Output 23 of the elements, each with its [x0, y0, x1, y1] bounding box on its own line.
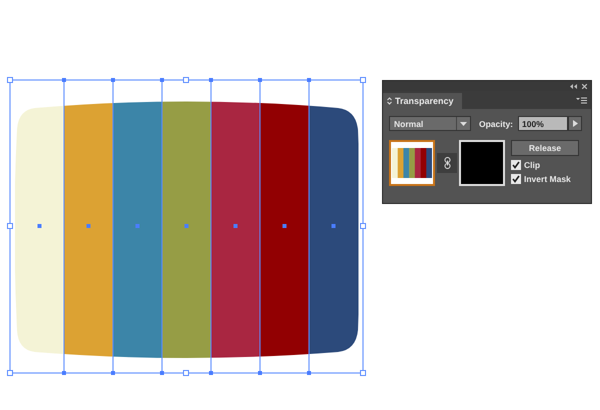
stripes-thumbnail-drawing [392, 148, 432, 178]
caret-icon [456, 117, 470, 130]
opacity-label: Opacity: [479, 118, 514, 128]
blend-mode-dropdown[interactable]: Normal [389, 116, 471, 131]
checkbox-label: Clip [524, 160, 540, 170]
chain-link-icon [444, 157, 450, 169]
close-icon[interactable] [582, 84, 587, 88]
checkbox-label: Invert Mask [524, 174, 571, 184]
opacity-field[interactable]: 100% [518, 116, 568, 131]
tab-label: Transparency [395, 96, 454, 106]
collapse-icon[interactable] [570, 84, 577, 88]
checkbox[interactable] [511, 160, 521, 170]
release-button[interactable]: Release [511, 140, 579, 156]
up-down-arrows-icon[interactable] [387, 97, 392, 105]
mask-thumbnail[interactable] [459, 140, 505, 186]
triangle-right-icon [572, 120, 578, 127]
panel-menu-icon[interactable] [576, 97, 587, 104]
selection-bounds-drawing[interactable] [7, 77, 366, 376]
panel-tab[interactable]: Transparency [383, 93, 462, 109]
artwork-thumbnail[interactable] [389, 140, 435, 186]
opacity-arrow-button[interactable] [568, 116, 582, 131]
link-button[interactable] [437, 153, 457, 173]
checkbox[interactable] [511, 174, 521, 184]
